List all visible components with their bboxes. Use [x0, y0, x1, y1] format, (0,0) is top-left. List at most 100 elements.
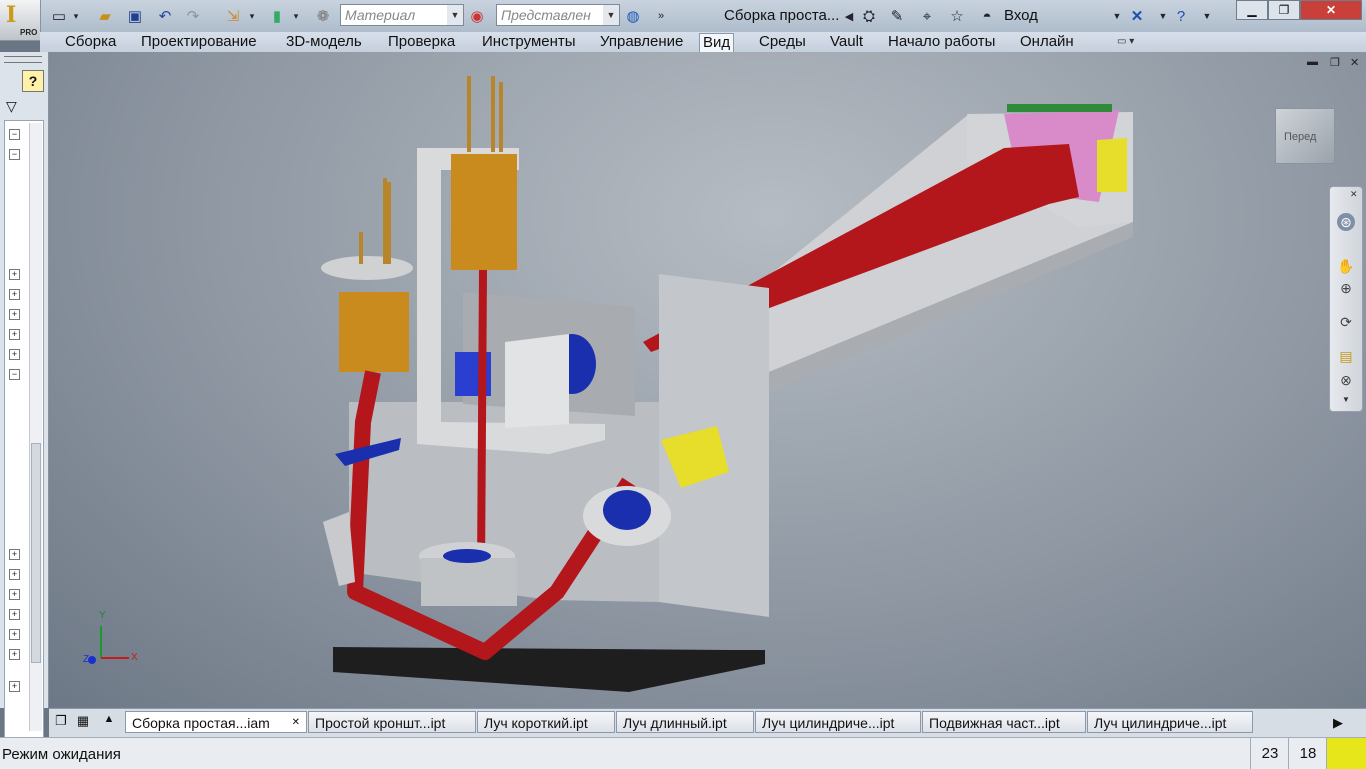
- help-dropdown-icon[interactable]: ▼: [1196, 5, 1218, 27]
- overflow-chevron-icon[interactable]: »: [650, 5, 672, 27]
- cascade-icon[interactable]: ❐: [51, 713, 71, 733]
- satellite-icon[interactable]: ⌖: [916, 5, 938, 27]
- undo-icon[interactable]: ↶: [154, 5, 176, 27]
- viewport-minimize-icon[interactable]: ▬: [1307, 56, 1318, 68]
- axis-z-label: Z: [83, 654, 90, 665]
- save-icon[interactable]: ▣: [124, 5, 146, 27]
- tree-expand-icon[interactable]: +: [9, 649, 20, 660]
- new-file-dropdown-icon[interactable]: ▾: [70, 5, 82, 27]
- status-count-b: 18: [1288, 738, 1327, 769]
- tab-3d-model[interactable]: 3D-модель: [283, 33, 365, 51]
- left-coil: [339, 292, 409, 372]
- material-combo[interactable]: Материал ▼: [340, 4, 464, 26]
- left-coil-cap: [321, 256, 413, 280]
- document-title: Сборка проста...: [724, 7, 840, 24]
- filter-icon[interactable]: ▽: [6, 98, 17, 115]
- viewport-restore-icon[interactable]: ❐: [1330, 56, 1340, 69]
- globe-icon[interactable]: ◍: [622, 5, 644, 27]
- tab-view[interactable]: Вид: [699, 33, 735, 52]
- minimize-icon[interactable]: ▁: [1236, 0, 1268, 20]
- tab-list-up-icon[interactable]: ▲: [99, 713, 119, 733]
- axis-x-label: X: [131, 652, 138, 663]
- axis-y-label: Y: [99, 610, 106, 621]
- tree-expand-icon[interactable]: +: [9, 609, 20, 620]
- new-file-icon[interactable]: ▭: [48, 5, 70, 27]
- tree-expand-icon[interactable]: +: [9, 349, 20, 360]
- doc-tab-bracket[interactable]: Простой кроншт...ipt: [308, 711, 476, 733]
- tab-design[interactable]: Проектирование: [138, 33, 260, 51]
- pan-icon[interactable]: ✋: [1337, 257, 1355, 275]
- viewport-close-icon[interactable]: ✕: [1350, 56, 1359, 69]
- assembly-model-svg: [88, 76, 1133, 692]
- representation-combo[interactable]: Представлен ▼: [496, 4, 620, 26]
- doc-tab-assembly[interactable]: Сборка простая...iam ✕: [125, 711, 307, 733]
- color-wheel-icon[interactable]: ◉: [466, 5, 488, 27]
- left-arrow-icon[interactable]: ◀: [838, 5, 860, 27]
- tree-expand-icon[interactable]: +: [9, 681, 20, 692]
- tab-environments[interactable]: Среды: [756, 33, 809, 51]
- document-tab-bar: ❐ ▦ ▲ Сборка простая...iam ✕ Простой крон…: [49, 708, 1366, 737]
- star-icon[interactable]: ☆: [946, 5, 968, 27]
- tab-online[interactable]: Онлайн: [1017, 33, 1077, 51]
- steering-wheel-icon[interactable]: ⊛: [1337, 213, 1355, 231]
- doc-tab-long-beam[interactable]: Луч длинный.ipt: [616, 711, 754, 733]
- exchange-icon[interactable]: ✕: [1126, 5, 1148, 27]
- help-browser-icon[interactable]: ?: [22, 70, 44, 92]
- tree-collapse-icon[interactable]: −: [9, 129, 20, 140]
- tree-expand-icon[interactable]: +: [9, 589, 20, 600]
- yellow-connector: [1097, 138, 1127, 192]
- viewcube[interactable]: Перед: [1275, 108, 1335, 164]
- tree-expand-icon[interactable]: +: [9, 549, 20, 560]
- appearance-icon[interactable]: ❁: [312, 5, 334, 27]
- tab-get-started[interactable]: Начало работы: [885, 33, 998, 51]
- close-icon[interactable]: ✕: [292, 712, 300, 734]
- select-icon[interactable]: ▮: [266, 5, 288, 27]
- orbit-icon[interactable]: ⟳: [1337, 313, 1355, 331]
- tab-assembly[interactable]: Сборка: [62, 33, 119, 51]
- wrench-icon[interactable]: ✎: [886, 5, 908, 27]
- tile-icon[interactable]: ▦: [73, 713, 93, 733]
- chevron-down-icon[interactable]: ▼: [603, 5, 619, 25]
- tab-vault[interactable]: Vault: [827, 33, 866, 51]
- tree-collapse-icon[interactable]: −: [9, 369, 20, 380]
- redo-icon[interactable]: ↷: [182, 5, 204, 27]
- doc-tab-cylinder-beam-2[interactable]: Луч цилиндриче...ipt: [1087, 711, 1253, 733]
- scrollbar-thumb[interactable]: [31, 443, 41, 663]
- browser-scrollbar[interactable]: [29, 123, 42, 731]
- grip-icon[interactable]: [4, 56, 42, 63]
- tree-collapse-icon[interactable]: −: [9, 149, 20, 160]
- tree-expand-icon[interactable]: +: [9, 309, 20, 320]
- navbar-close-icon[interactable]: ✕: [1350, 189, 1358, 200]
- tree-expand-icon[interactable]: +: [9, 569, 20, 580]
- return-dropdown-icon[interactable]: ▾: [246, 5, 258, 27]
- tree-expand-icon[interactable]: +: [9, 289, 20, 300]
- doc-tab-moving-part[interactable]: Подвижная част...ipt: [922, 711, 1086, 733]
- zoom-window-icon[interactable]: ⊗: [1337, 371, 1355, 389]
- login-link[interactable]: Вход: [1004, 7, 1038, 24]
- doc-tab-short-beam[interactable]: Луч короткий.ipt: [477, 711, 615, 733]
- doc-tab-cylinder-beam[interactable]: Луч цилиндриче...ipt: [755, 711, 921, 733]
- zoom-icon[interactable]: ⊕: [1337, 279, 1355, 297]
- binoculars-icon[interactable]: ⛭: [858, 5, 880, 27]
- application-menu-button[interactable]: I PRO: [0, 0, 41, 41]
- tab-manage[interactable]: Управление: [597, 33, 686, 51]
- tab-tools[interactable]: Инструменты: [479, 33, 579, 51]
- tree-expand-icon[interactable]: +: [9, 329, 20, 340]
- return-icon[interactable]: ⇲: [222, 5, 244, 27]
- tree-expand-icon[interactable]: +: [9, 629, 20, 640]
- chevron-down-icon[interactable]: ▼: [447, 5, 463, 25]
- graphics-viewport[interactable]: Y X Z Перед ▬ ❐ ✕: [49, 52, 1366, 708]
- navbar-dropdown-icon[interactable]: ▼: [1342, 395, 1350, 404]
- select-dropdown-icon[interactable]: ▾: [290, 5, 302, 27]
- tab-scroll-right-icon[interactable]: ▶: [1333, 715, 1343, 731]
- help-icon[interactable]: ?: [1170, 5, 1192, 27]
- look-at-icon[interactable]: ▤: [1337, 347, 1355, 365]
- maximize-icon[interactable]: ❐: [1268, 0, 1300, 20]
- open-folder-icon[interactable]: ▰: [94, 5, 116, 27]
- tab-inspect[interactable]: Проверка: [385, 33, 458, 51]
- close-icon[interactable]: ✕: [1300, 0, 1362, 20]
- ribbon-options-icon[interactable]: ▭ ▾: [1114, 33, 1137, 51]
- login-dropdown-icon[interactable]: ▼: [1106, 5, 1128, 27]
- user-icon[interactable]: ◓: [976, 5, 998, 27]
- tree-expand-icon[interactable]: +: [9, 269, 20, 280]
